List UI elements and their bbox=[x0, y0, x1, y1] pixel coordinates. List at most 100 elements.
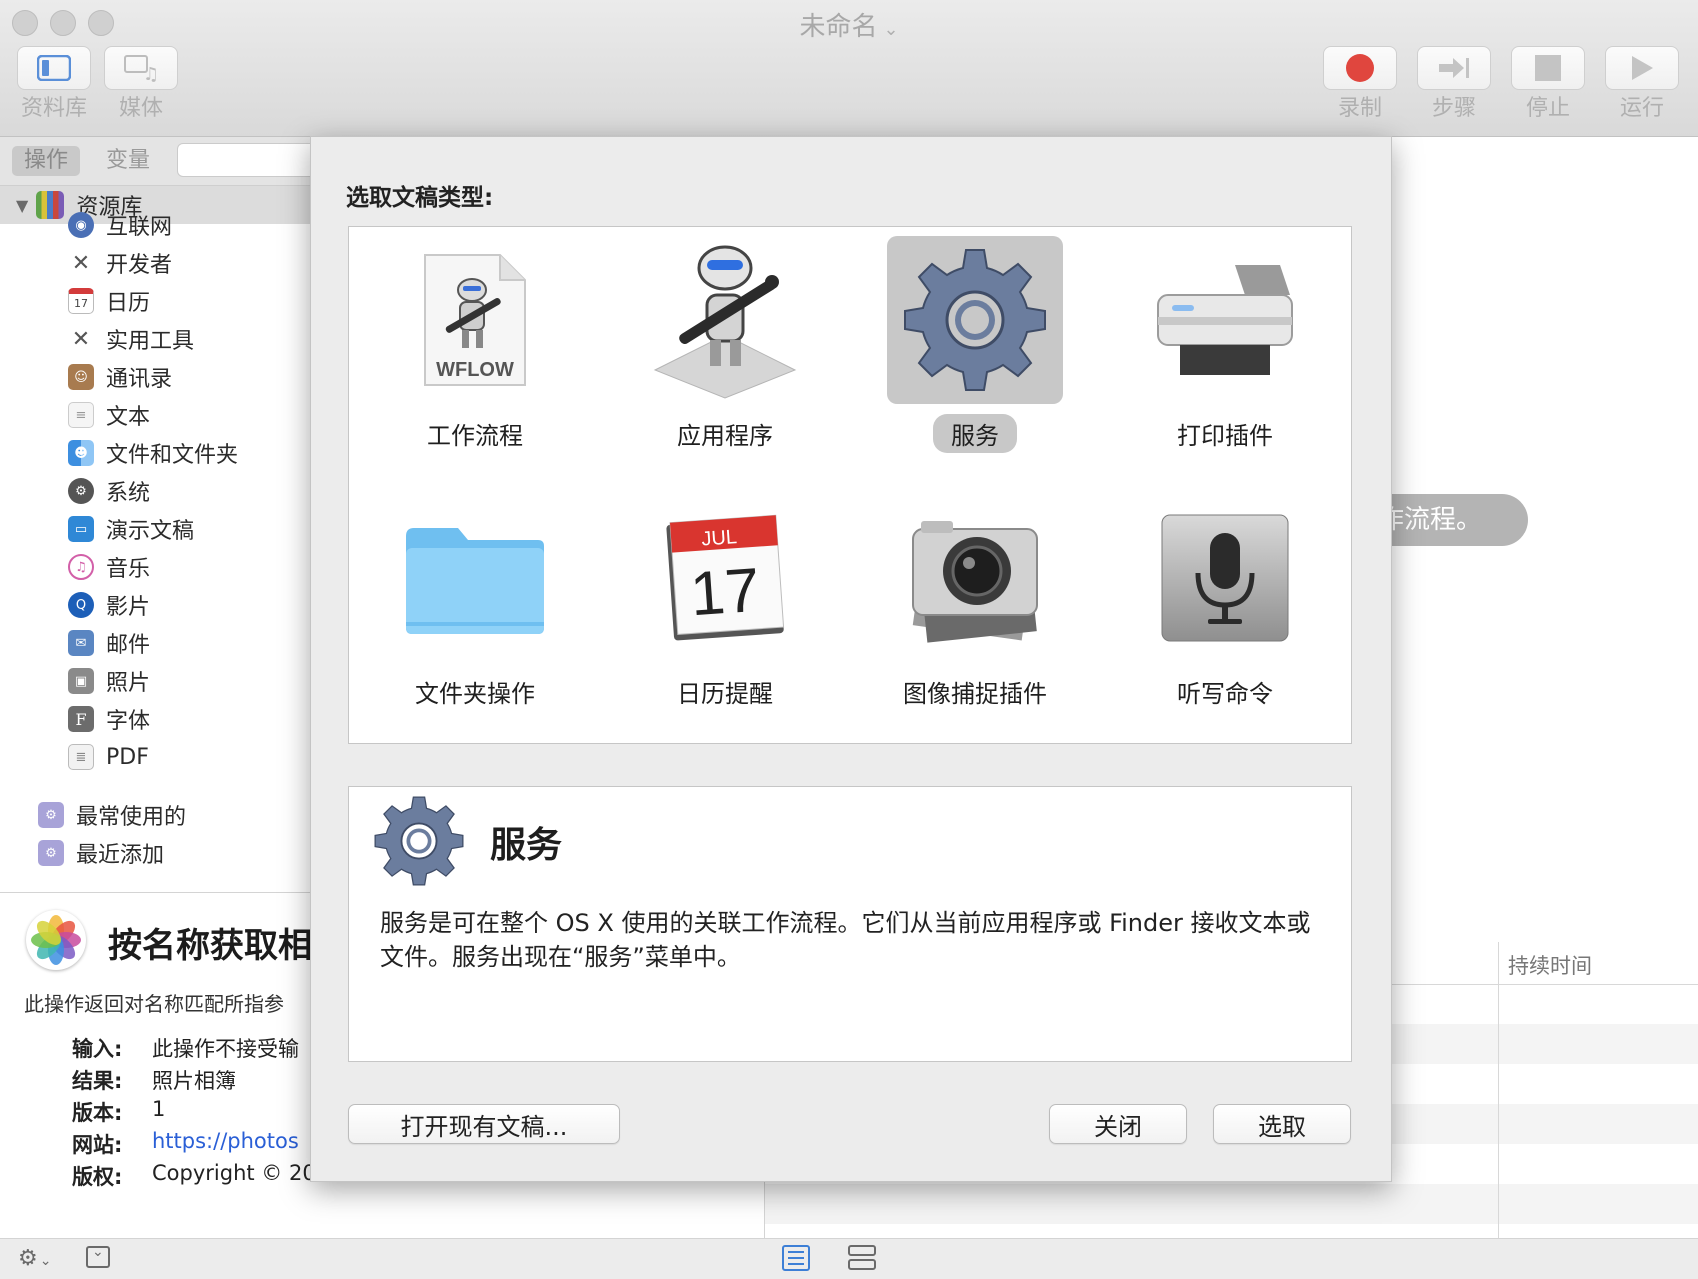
document-type-label: 打印插件 bbox=[1177, 422, 1273, 450]
sidebar-item-label: 日历 bbox=[106, 291, 151, 316]
choose-button[interactable]: 选取 bbox=[1213, 1104, 1351, 1144]
sidebar-item-calendar[interactable]: 17 日历 bbox=[68, 282, 308, 320]
log-duration-column bbox=[1498, 942, 1698, 1238]
sidebar-item-fonts[interactable]: F 字体 bbox=[68, 700, 308, 738]
document-type-label: 听写命令 bbox=[1177, 680, 1273, 708]
run-icon bbox=[1632, 56, 1653, 80]
split-view-button[interactable] bbox=[848, 1245, 876, 1271]
document-type-application[interactable]: 应用程序 bbox=[600, 236, 850, 466]
sidebar-item-label: 影片 bbox=[106, 595, 151, 620]
sidebar-item-utilities[interactable]: ✕ 实用工具 bbox=[68, 320, 308, 358]
open-existing-document-button[interactable]: 打开现有文稿... bbox=[348, 1104, 620, 1144]
run-button[interactable] bbox=[1605, 46, 1679, 90]
info-website-link[interactable]: https://photos bbox=[152, 1129, 299, 1153]
document-type-label: 服务 bbox=[933, 414, 1017, 453]
sidebar-item-system[interactable]: ⚙ 系统 bbox=[68, 472, 308, 510]
mail-icon: ✉ bbox=[68, 630, 94, 656]
sidebar-item-contacts[interactable]: ☺ 通讯录 bbox=[68, 358, 308, 396]
sidebar-item-text[interactable]: ≡ 文本 bbox=[68, 396, 308, 434]
tab-actions[interactable]: 操作 bbox=[12, 146, 81, 176]
utilities-icon: ✕ bbox=[71, 326, 91, 352]
sidebar-item-label: 演示文稿 bbox=[106, 519, 195, 544]
sidebar-item-mail[interactable]: ✉ 邮件 bbox=[68, 624, 308, 662]
document-type-calendar-alarm[interactable]: JUL 17 日历提醒 bbox=[600, 494, 850, 724]
close-button[interactable]: 关闭 bbox=[1049, 1104, 1187, 1144]
step-label: 步骤 bbox=[1431, 96, 1476, 121]
library-icon bbox=[37, 55, 71, 81]
sidebar-item-pdf[interactable]: ≣ PDF bbox=[68, 738, 308, 776]
sidebar-item-photos[interactable]: ▣ 照片 bbox=[68, 662, 308, 700]
info-copyright-key: 版权: bbox=[72, 1165, 123, 1189]
tab-variables[interactable]: 变量 bbox=[94, 146, 162, 176]
sidebar-item-label: 互联网 bbox=[106, 215, 173, 240]
document-type-folder-action[interactable]: 文件夹操作 bbox=[350, 494, 600, 724]
camera-icon bbox=[887, 494, 1063, 662]
sidebar-item-developer[interactable]: ✕ 开发者 bbox=[68, 244, 308, 282]
document-type-label: 图像捕捉插件 bbox=[903, 680, 1047, 708]
calendar-month: JUL bbox=[701, 526, 738, 550]
sidebar-item-label: 文件和文件夹 bbox=[106, 443, 239, 468]
info-input-key: 输入: bbox=[72, 1037, 123, 1061]
library-toolbar-label: 资料库 bbox=[20, 96, 87, 121]
library-search-input[interactable] bbox=[177, 143, 327, 177]
stop-label: 停止 bbox=[1525, 96, 1570, 121]
sidebar-item-most-used[interactable]: ⚙ 最常使用的 bbox=[38, 796, 308, 834]
media-toolbar-label: 媒体 bbox=[118, 96, 163, 121]
sidebar-item-files-folders[interactable]: ☻ 文件和文件夹 bbox=[68, 434, 308, 472]
library-toggle-button[interactable] bbox=[17, 46, 91, 90]
sidebar-item-label: 字体 bbox=[106, 709, 151, 734]
smart-folder-icon: ⚙ bbox=[38, 802, 64, 828]
info-result-value: 照片相簿 bbox=[152, 1069, 236, 1093]
sidebar-item-label: 音乐 bbox=[106, 557, 151, 582]
sidebar-item-label: PDF bbox=[106, 744, 149, 770]
smart-folder-list: ⚙ 最常使用的 ⚙ 最近添加 bbox=[38, 796, 308, 872]
sidebar-item-presentations[interactable]: ▭ 演示文稿 bbox=[68, 510, 308, 548]
record-button[interactable] bbox=[1323, 46, 1397, 90]
chevron-down-icon: ⌄ bbox=[39, 1253, 52, 1269]
library-tab-bar: 操作 变量 bbox=[0, 137, 327, 186]
movie-icon: Q bbox=[68, 592, 94, 618]
step-button[interactable] bbox=[1417, 46, 1491, 90]
sidebar-item-internet[interactable]: ◉ 互联网 bbox=[68, 206, 308, 244]
info-version-key: 版本: bbox=[72, 1101, 123, 1125]
info-toggle-button[interactable]: ⌄ bbox=[86, 1244, 110, 1268]
sidebar-item-label: 通讯录 bbox=[106, 367, 173, 392]
tools-icon: ✕ bbox=[71, 250, 91, 276]
sidebar-item-recently-added[interactable]: ⚙ 最近添加 bbox=[38, 834, 308, 872]
document-type-image-capture-plugin[interactable]: 图像捕捉插件 bbox=[850, 494, 1100, 724]
disclosure-triangle-icon[interactable]: ▼ bbox=[16, 196, 28, 215]
sidebar-item-label: 邮件 bbox=[106, 633, 151, 658]
split-view-icon bbox=[848, 1245, 876, 1256]
info-copyright-value: Copyright © 20 bbox=[152, 1161, 316, 1185]
info-website-key: 网站: bbox=[72, 1133, 123, 1157]
sidebar-item-music[interactable]: ♫ 音乐 bbox=[68, 548, 308, 586]
document-type-service[interactable]: 服务 bbox=[850, 236, 1100, 466]
list-view-icon-line bbox=[788, 1263, 804, 1265]
font-icon: F bbox=[68, 706, 94, 732]
microphone-icon bbox=[1137, 494, 1313, 662]
stop-button[interactable] bbox=[1511, 46, 1585, 90]
sidebar-item-label: 最近添加 bbox=[76, 843, 165, 868]
sidebar-item-label: 照片 bbox=[106, 671, 151, 696]
log-duration-header[interactable]: 持续时间 bbox=[1508, 950, 1592, 980]
text-icon: ≡ bbox=[68, 402, 94, 428]
globe-icon: ◉ bbox=[68, 212, 94, 238]
document-type-dictation-command[interactable]: 听写命令 bbox=[1100, 494, 1350, 724]
document-type-workflow[interactable]: WFLOW 工作流程 bbox=[350, 236, 600, 466]
automator-robot-icon bbox=[637, 236, 813, 404]
media-button[interactable]: ♫ bbox=[104, 46, 178, 90]
split-view-icon-bottom bbox=[848, 1259, 876, 1270]
document-type-label: 日历提醒 bbox=[677, 680, 773, 708]
record-label: 录制 bbox=[1337, 96, 1382, 121]
keynote-icon: ▭ bbox=[68, 516, 94, 542]
pdf-icon: ≣ bbox=[68, 744, 94, 770]
workflow-document-icon: WFLOW bbox=[387, 236, 563, 404]
sidebar-item-label: 实用工具 bbox=[106, 329, 195, 354]
list-view-button[interactable] bbox=[782, 1245, 810, 1271]
document-type-print-plugin[interactable]: 打印插件 bbox=[1100, 236, 1350, 466]
window-title[interactable]: 未命名 ⌄ bbox=[0, 6, 1698, 43]
gear-menu-button[interactable]: ⚙ ⌄ bbox=[18, 1246, 51, 1271]
info-input-value: 此操作不接受输 bbox=[152, 1037, 299, 1061]
calendar-alarm-icon: JUL 17 bbox=[637, 494, 813, 662]
sidebar-item-movies[interactable]: Q 影片 bbox=[68, 586, 308, 624]
